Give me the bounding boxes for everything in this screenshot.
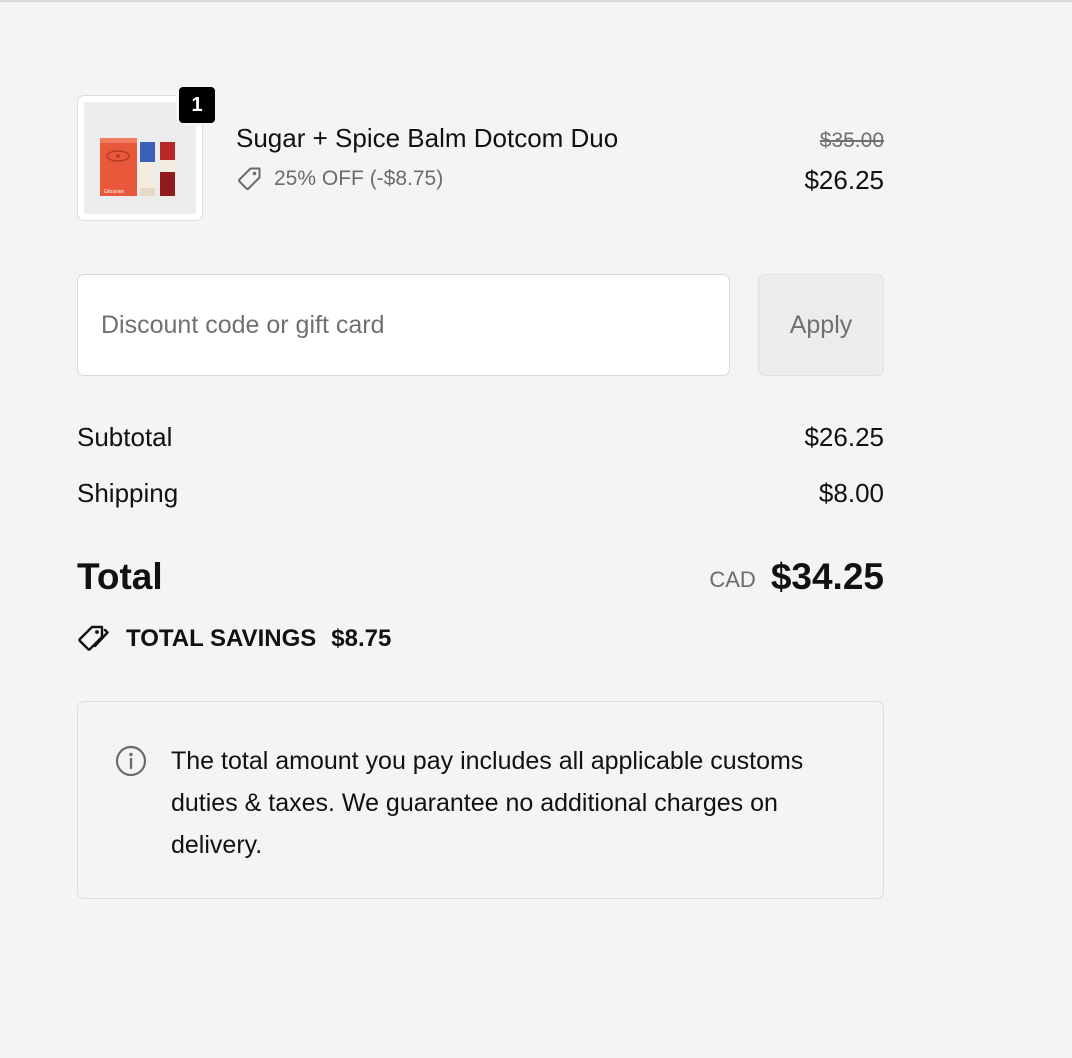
- product-discount: 25% OFF (-$8.75): [236, 165, 443, 193]
- savings-label: TOTAL SAVINGS: [126, 625, 317, 652]
- line-item: Glossier. 1 Sugar + Spice Balm Dotcom Du…: [77, 84, 884, 225]
- duties-notice: The total amount you pay includes all ap…: [77, 701, 884, 899]
- savings-amount: $8.75: [331, 625, 392, 652]
- shipping-value: $8.00: [818, 478, 884, 508]
- subtotal-row: Subtotal $26.25: [77, 422, 884, 453]
- notice-text: The total amount you pay includes all ap…: [171, 747, 804, 859]
- currency-code: CAD: [709, 567, 756, 592]
- original-price: $35.00: [819, 129, 884, 152]
- product-name: Sugar + Spice Balm Dotcom Duo: [236, 123, 619, 153]
- apply-button[interactable]: Apply: [758, 274, 884, 376]
- discount-label: 25% OFF (-$8.75): [274, 167, 444, 190]
- total-value: $34.25: [770, 556, 884, 597]
- order-summary: Glossier. 1 Sugar + Spice Balm Dotcom Du…: [77, 0, 884, 1058]
- quantity-badge: 1: [176, 84, 218, 126]
- subtotal-label: Subtotal: [77, 422, 173, 452]
- info-circle-icon: [114, 744, 148, 778]
- product-thumbnail: Glossier. 1: [77, 84, 218, 221]
- total-amount-group: CAD $34.25: [709, 556, 884, 598]
- total-savings: TOTAL SAVINGS $8.75: [77, 622, 391, 656]
- product-image-brand: Glossier.: [104, 189, 126, 195]
- discounted-price: $26.25: [804, 165, 884, 195]
- tags-icon: [77, 623, 113, 655]
- subtotal-value: $26.25: [804, 422, 884, 452]
- total-row: Total CAD $34.25: [77, 556, 884, 598]
- shipping-row: Shipping $8.00: [77, 478, 884, 509]
- total-label: Total: [77, 556, 163, 597]
- shipping-label: Shipping: [77, 478, 179, 508]
- discount-code-input[interactable]: [77, 274, 730, 376]
- tag-icon: [236, 165, 264, 193]
